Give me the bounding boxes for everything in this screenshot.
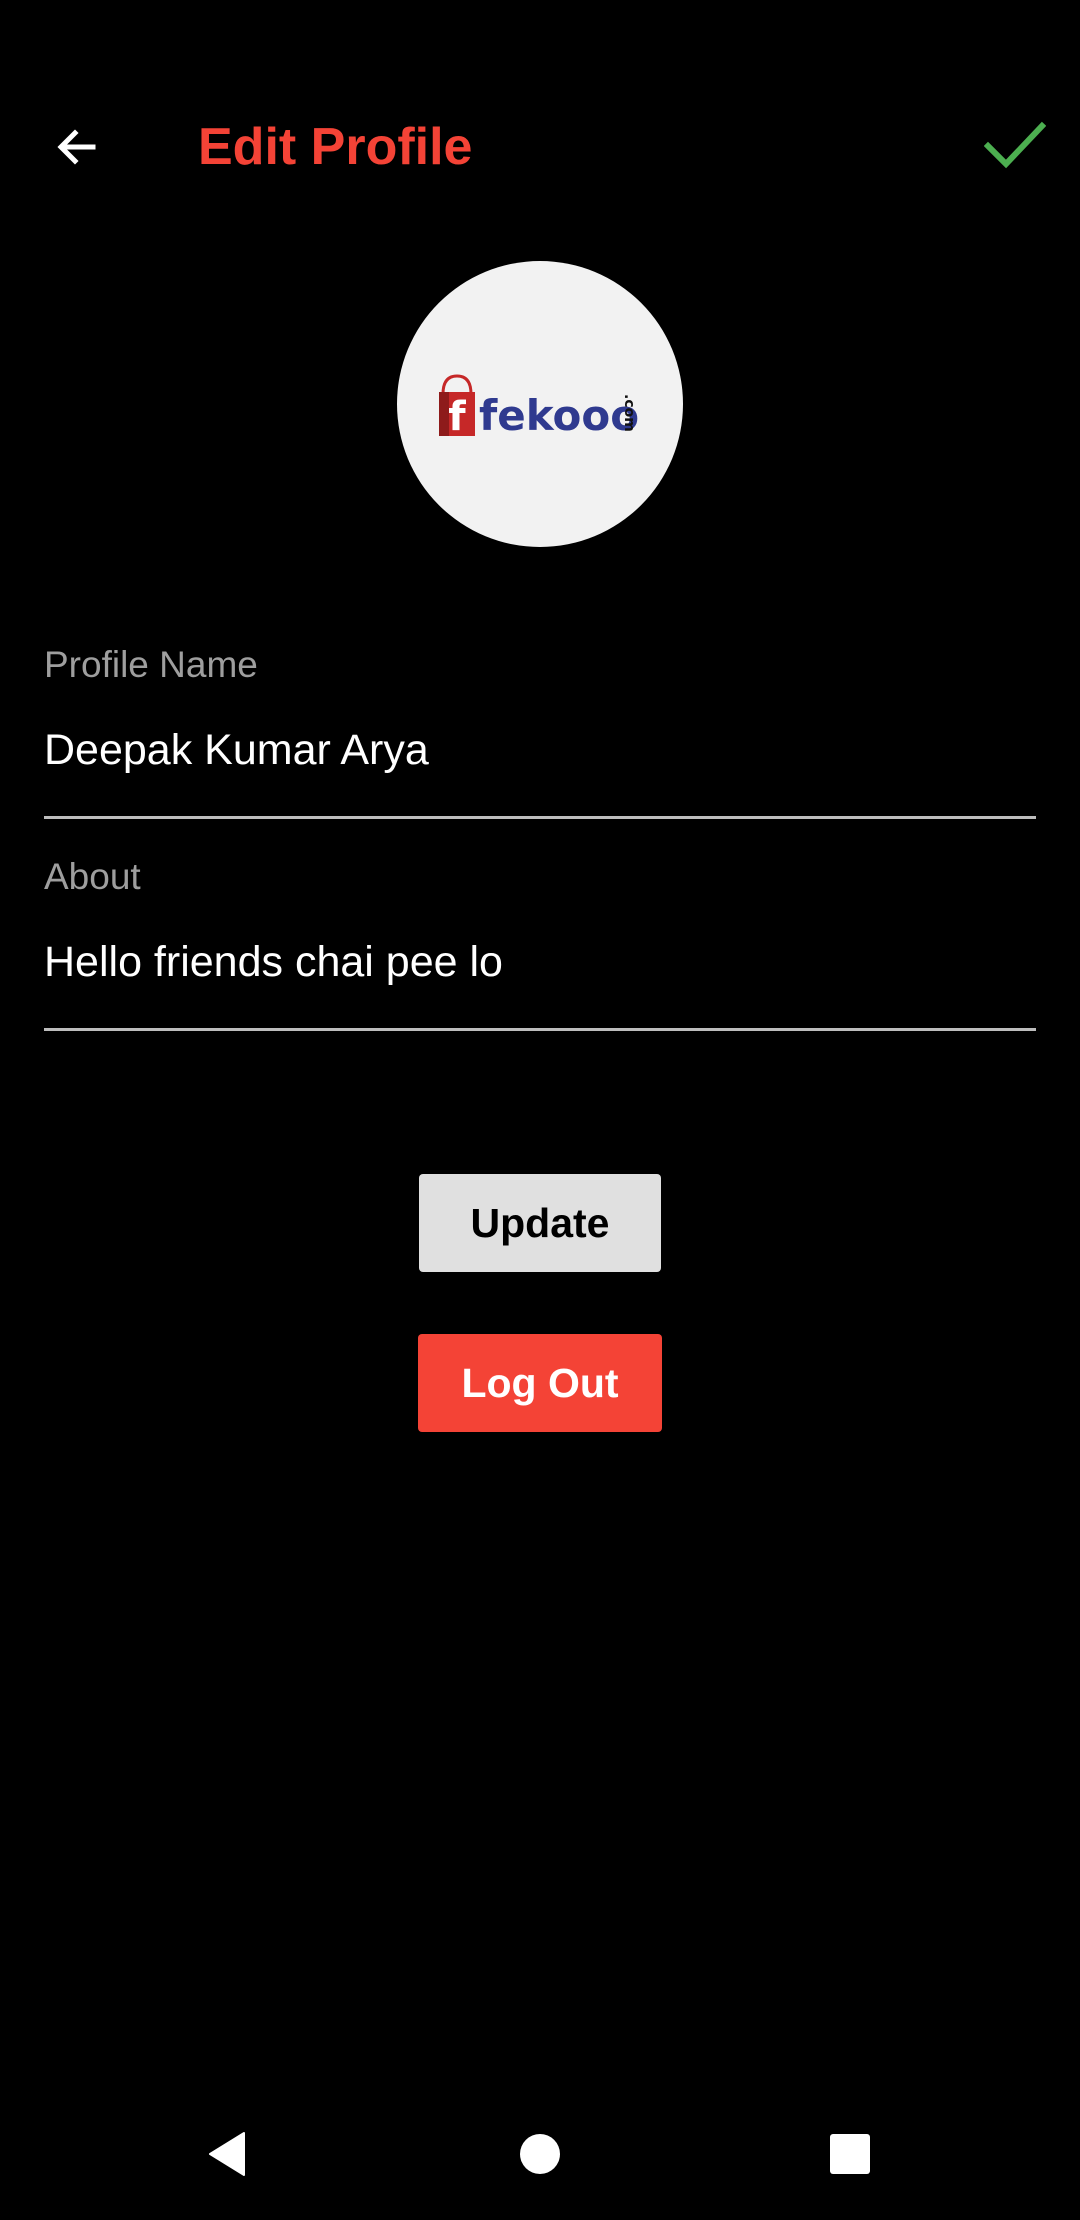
about-underline — [44, 1028, 1036, 1031]
logo-suffix: .com — [621, 394, 637, 432]
circle-home-icon — [520, 2134, 560, 2174]
triangle-back-icon — [209, 2132, 245, 2176]
profile-name-field: Profile Name — [44, 640, 1036, 830]
profile-name-label: Profile Name — [44, 644, 258, 685]
system-back-button[interactable] — [180, 2106, 276, 2202]
update-button[interactable]: Update — [419, 1174, 661, 1272]
profile-name-input[interactable] — [44, 710, 1036, 790]
system-recents-button[interactable] — [802, 2106, 898, 2202]
logout-button[interactable]: Log Out — [418, 1334, 662, 1432]
app-bar: Edit Profile — [0, 60, 1080, 228]
system-nav-bar — [0, 2088, 1080, 2220]
save-check-button[interactable] — [965, 100, 1065, 190]
check-icon — [984, 121, 1046, 169]
profile-name-underline — [44, 816, 1036, 819]
arrow-left-icon — [57, 129, 96, 165]
fekooo-logo: f fekooo .com — [439, 374, 639, 440]
logo-text: fekooo — [479, 391, 639, 440]
about-label: About — [44, 856, 141, 897]
back-button[interactable] — [32, 102, 122, 192]
page-title: Edit Profile — [198, 118, 473, 176]
square-recents-icon — [830, 2134, 870, 2174]
about-input[interactable] — [44, 922, 1036, 1002]
profile-avatar[interactable]: f fekooo .com — [397, 261, 683, 547]
about-field: About — [44, 852, 1036, 1042]
logo-f-letter: f — [448, 394, 466, 440]
system-home-button[interactable] — [492, 2106, 588, 2202]
